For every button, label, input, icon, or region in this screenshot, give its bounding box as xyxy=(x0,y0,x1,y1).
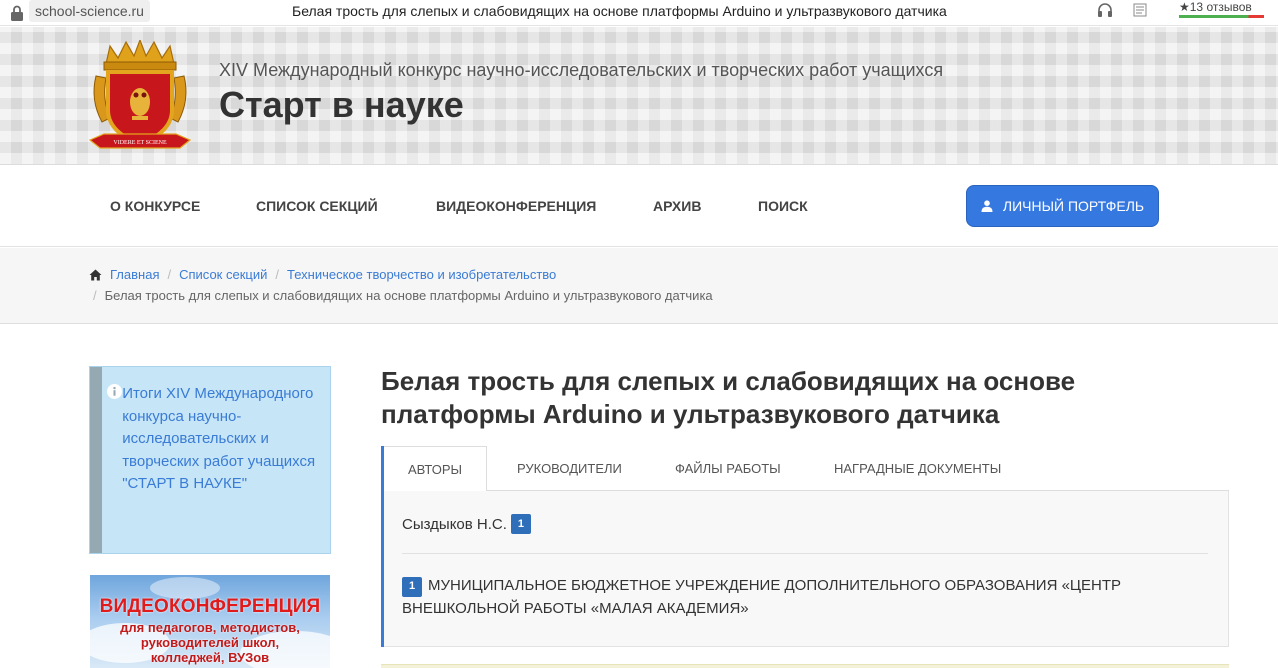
breadcrumb-current: Белая трость для слепых и слабовидящих н… xyxy=(104,288,713,303)
work-tabs-panel: Авторы Руководители Файлы работы Наградн… xyxy=(381,446,1229,647)
work-title: Белая трость для слепых и слабовидящих н… xyxy=(381,366,1076,429)
videoconference-banner[interactable]: ВИДЕОКОНФЕРЕНЦИЯ для педагогов, методист… xyxy=(90,575,330,668)
banner-title: ВИДЕОКОНФЕРЕНЦИЯ xyxy=(99,596,321,617)
tab-supervisors[interactable]: Руководители xyxy=(517,446,622,491)
tab-work-files[interactable]: Файлы работы xyxy=(675,446,781,491)
nav-item-about[interactable]: О конкурсе xyxy=(110,198,200,214)
breadcrumb-home[interactable]: Главная xyxy=(110,267,159,282)
nav-item-videoconference[interactable]: Видеоконференция xyxy=(436,198,596,214)
home-icon xyxy=(89,269,102,280)
personal-portfolio-label: Личный портфель xyxy=(1002,198,1145,214)
breadcrumb-category[interactable]: Техническое творчество и изобретательств… xyxy=(287,267,556,282)
banner-line: для педагогов, методистов, xyxy=(120,620,300,635)
banner-subtitle: для педагогов, методистов, руководителей… xyxy=(90,620,330,665)
nav-item-search[interactable]: Поиск xyxy=(758,198,808,214)
next-panel-edge xyxy=(381,664,1229,668)
url-bar[interactable]: school-science.ru xyxy=(29,0,150,22)
author-affiliation-badge: 1 xyxy=(510,514,531,534)
organization-item: 1 Муниципальное бюджетное учреждение допо… xyxy=(402,574,1182,620)
personal-portfolio-button[interactable]: Личный портфель xyxy=(966,185,1159,227)
logo-crest[interactable]: VIDERE ET SCIENE xyxy=(88,40,192,156)
work-tabs: Авторы Руководители Файлы работы Наградн… xyxy=(384,446,1229,492)
nav-item-sections[interactable]: Список секций xyxy=(256,198,378,214)
header-subtitle: XIV Международный конкурс научно-исследо… xyxy=(219,60,944,80)
tab-award-documents[interactable]: Наградные документы xyxy=(834,446,1001,491)
site-title[interactable]: Старт в науке xyxy=(219,84,464,126)
banner-line: колледжей, ВУЗов xyxy=(150,650,270,665)
results-link[interactable]: Итоги XIV Международного конкурса научно… xyxy=(102,367,330,553)
nav-item-archive[interactable]: Архив xyxy=(653,198,701,214)
divider xyxy=(402,553,1208,554)
site-header: VIDERE ET SCIENE XIV Международный конку… xyxy=(0,27,1278,165)
breadcrumb-separator: / xyxy=(167,267,172,282)
banner-line: руководителей школ, xyxy=(140,635,280,650)
info-icon xyxy=(107,384,122,399)
breadcrumb-separator: / xyxy=(93,288,97,303)
reviews-rating-bar xyxy=(1179,15,1264,18)
main-nav: О конкурсе Список секций Видеоконференци… xyxy=(0,166,1278,247)
breadcrumb-separator: / xyxy=(275,267,279,282)
results-info-box: Итоги XIV Международного конкурса научно… xyxy=(89,366,331,554)
reader-mode-icon[interactable] xyxy=(1133,3,1147,17)
browser-bar: school-science.ru Белая трость для слепы… xyxy=(0,0,1278,26)
svg-text:VIDERE ET SCIENE: VIDERE ET SCIENE xyxy=(113,140,167,146)
page-tab-title: Белая трость для слепых и слабовидящих н… xyxy=(292,3,947,19)
organization-name: Муниципальное бюджетное учреждение допол… xyxy=(402,577,1122,617)
authors-tab-content: Сыздыков Н.С. 1 1 Муниципальное бюджетное… xyxy=(384,491,1229,647)
lock-icon xyxy=(11,5,23,21)
breadcrumb: Главная / Список секций / Техническое тв… xyxy=(0,248,1278,324)
info-box-icon-column xyxy=(90,367,122,553)
user-icon xyxy=(981,200,993,212)
tab-authors[interactable]: Авторы xyxy=(384,446,487,492)
breadcrumb-sections[interactable]: Список секций xyxy=(179,267,267,282)
author-name: Сыздыков Н.С. xyxy=(402,515,507,533)
breadcrumb-current-row: / Белая трость для слепых и слабовидящих … xyxy=(89,288,713,303)
headphones-icon[interactable] xyxy=(1097,2,1113,18)
breadcrumb-row: Главная / Список секций / Техническое тв… xyxy=(89,267,556,282)
organization-badge: 1 xyxy=(402,576,422,597)
author-item: Сыздыков Н.С. 1 xyxy=(402,514,531,534)
